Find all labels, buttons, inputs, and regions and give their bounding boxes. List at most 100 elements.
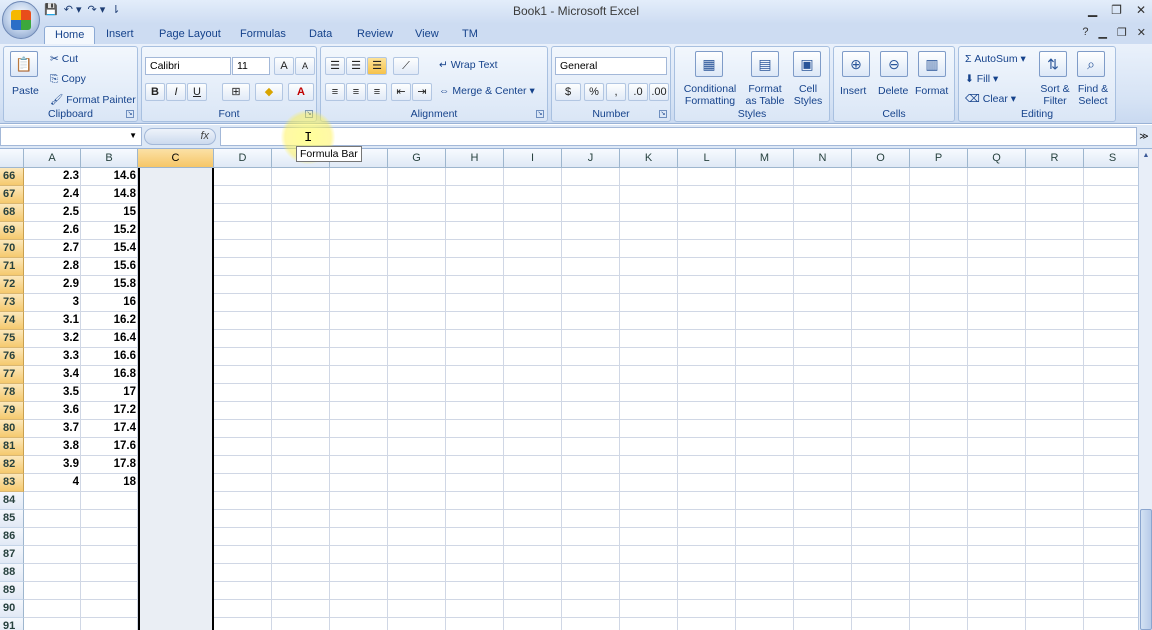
row-header[interactable]: 91 bbox=[0, 618, 24, 630]
cell-k78[interactable] bbox=[620, 384, 678, 402]
cell-q90[interactable] bbox=[968, 600, 1026, 618]
cell-s89[interactable] bbox=[1084, 582, 1138, 600]
cell-k74[interactable] bbox=[620, 312, 678, 330]
cell-b89[interactable] bbox=[81, 582, 138, 600]
cell-s79[interactable] bbox=[1084, 402, 1138, 420]
cell-f67[interactable] bbox=[330, 186, 388, 204]
cell-j84[interactable] bbox=[562, 492, 620, 510]
cell-f83[interactable] bbox=[330, 474, 388, 492]
cell-e90[interactable] bbox=[272, 600, 330, 618]
cell-b69[interactable]: 15.2 bbox=[81, 222, 138, 240]
row-header[interactable]: 66 bbox=[0, 168, 24, 186]
cell-j73[interactable] bbox=[562, 294, 620, 312]
cell-j80[interactable] bbox=[562, 420, 620, 438]
cell-o66[interactable] bbox=[852, 168, 910, 186]
cell-o90[interactable] bbox=[852, 600, 910, 618]
cell-g89[interactable] bbox=[388, 582, 446, 600]
cell-q87[interactable] bbox=[968, 546, 1026, 564]
cell-j87[interactable] bbox=[562, 546, 620, 564]
cell-p71[interactable] bbox=[910, 258, 968, 276]
cell-e81[interactable] bbox=[272, 438, 330, 456]
cell-o83[interactable] bbox=[852, 474, 910, 492]
cell-d78[interactable] bbox=[214, 384, 272, 402]
cell-j67[interactable] bbox=[562, 186, 620, 204]
cell-p72[interactable] bbox=[910, 276, 968, 294]
cell-i77[interactable] bbox=[504, 366, 562, 384]
cell-s76[interactable] bbox=[1084, 348, 1138, 366]
cell-j91[interactable] bbox=[562, 618, 620, 630]
wrap-text-button[interactable]: ↵ Wrap Text bbox=[439, 59, 498, 71]
cell-e76[interactable] bbox=[272, 348, 330, 366]
cell-k83[interactable] bbox=[620, 474, 678, 492]
cell-a86[interactable] bbox=[24, 528, 81, 546]
cell-q70[interactable] bbox=[968, 240, 1026, 258]
cell-a76[interactable]: 3.3 bbox=[24, 348, 81, 366]
cell-k88[interactable] bbox=[620, 564, 678, 582]
cell-j86[interactable] bbox=[562, 528, 620, 546]
cell-e85[interactable] bbox=[272, 510, 330, 528]
cell-p70[interactable] bbox=[910, 240, 968, 258]
name-box[interactable]: ▼ bbox=[0, 127, 142, 146]
cell-d91[interactable] bbox=[214, 618, 272, 630]
cell-i84[interactable] bbox=[504, 492, 562, 510]
cell-f69[interactable] bbox=[330, 222, 388, 240]
cell-h90[interactable] bbox=[446, 600, 504, 618]
cell-r79[interactable] bbox=[1026, 402, 1084, 420]
cell-s82[interactable] bbox=[1084, 456, 1138, 474]
cell-e82[interactable] bbox=[272, 456, 330, 474]
cell-h70[interactable] bbox=[446, 240, 504, 258]
currency-button[interactable]: $ bbox=[555, 83, 581, 101]
cell-f66[interactable] bbox=[330, 168, 388, 186]
cell-e83[interactable] bbox=[272, 474, 330, 492]
format-cells-button[interactable]: Format bbox=[915, 85, 948, 97]
cell-h71[interactable] bbox=[446, 258, 504, 276]
cell-o69[interactable] bbox=[852, 222, 910, 240]
select-all-button[interactable] bbox=[0, 149, 24, 168]
cell-h69[interactable] bbox=[446, 222, 504, 240]
insert-cells-icon[interactable]: ⊕ bbox=[842, 51, 870, 77]
cell-q69[interactable] bbox=[968, 222, 1026, 240]
cell-f82[interactable] bbox=[330, 456, 388, 474]
wb-close-icon[interactable]: ✕ bbox=[1137, 26, 1146, 39]
cell-m77[interactable] bbox=[736, 366, 794, 384]
row-header[interactable]: 84 bbox=[0, 492, 24, 510]
font-color-icon[interactable]: A bbox=[288, 83, 314, 101]
cell-h75[interactable] bbox=[446, 330, 504, 348]
cell-e79[interactable] bbox=[272, 402, 330, 420]
cell-f85[interactable] bbox=[330, 510, 388, 528]
alignment-launcher-icon[interactable]: ↘ bbox=[536, 110, 544, 118]
cell-q83[interactable] bbox=[968, 474, 1026, 492]
cell-q80[interactable] bbox=[968, 420, 1026, 438]
row-header[interactable]: 69 bbox=[0, 222, 24, 240]
decrease-decimal-icon[interactable]: .00 bbox=[649, 83, 669, 101]
cell-j68[interactable] bbox=[562, 204, 620, 222]
tab-tm[interactable]: TM bbox=[460, 26, 480, 44]
clipboard-launcher-icon[interactable]: ↘ bbox=[126, 110, 134, 118]
cell-n80[interactable] bbox=[794, 420, 852, 438]
align-left-icon[interactable]: ≡ bbox=[325, 83, 345, 101]
cell-o68[interactable] bbox=[852, 204, 910, 222]
cell-h81[interactable] bbox=[446, 438, 504, 456]
cell-d80[interactable] bbox=[214, 420, 272, 438]
cell-p88[interactable] bbox=[910, 564, 968, 582]
cell-s77[interactable] bbox=[1084, 366, 1138, 384]
conditional-formatting-button[interactable]: Conditional Formatting bbox=[681, 83, 739, 107]
cell-l90[interactable] bbox=[678, 600, 736, 618]
cell-m89[interactable] bbox=[736, 582, 794, 600]
format-painter-button[interactable]: 🖌 Format Painter bbox=[50, 93, 136, 106]
cell-b81[interactable]: 17.6 bbox=[81, 438, 138, 456]
delete-cells-button[interactable]: Delete bbox=[878, 85, 908, 97]
cell-n81[interactable] bbox=[794, 438, 852, 456]
cell-m79[interactable] bbox=[736, 402, 794, 420]
cell-g73[interactable] bbox=[388, 294, 446, 312]
cell-d85[interactable] bbox=[214, 510, 272, 528]
cell-p89[interactable] bbox=[910, 582, 968, 600]
font-size-select[interactable]: 11 bbox=[232, 57, 270, 75]
cell-r75[interactable] bbox=[1026, 330, 1084, 348]
cell-b90[interactable] bbox=[81, 600, 138, 618]
cell-d81[interactable] bbox=[214, 438, 272, 456]
cell-q75[interactable] bbox=[968, 330, 1026, 348]
tab-insert[interactable]: Insert bbox=[104, 26, 136, 44]
cell-g90[interactable] bbox=[388, 600, 446, 618]
vertical-scrollbar[interactable]: ▲ bbox=[1138, 149, 1152, 630]
